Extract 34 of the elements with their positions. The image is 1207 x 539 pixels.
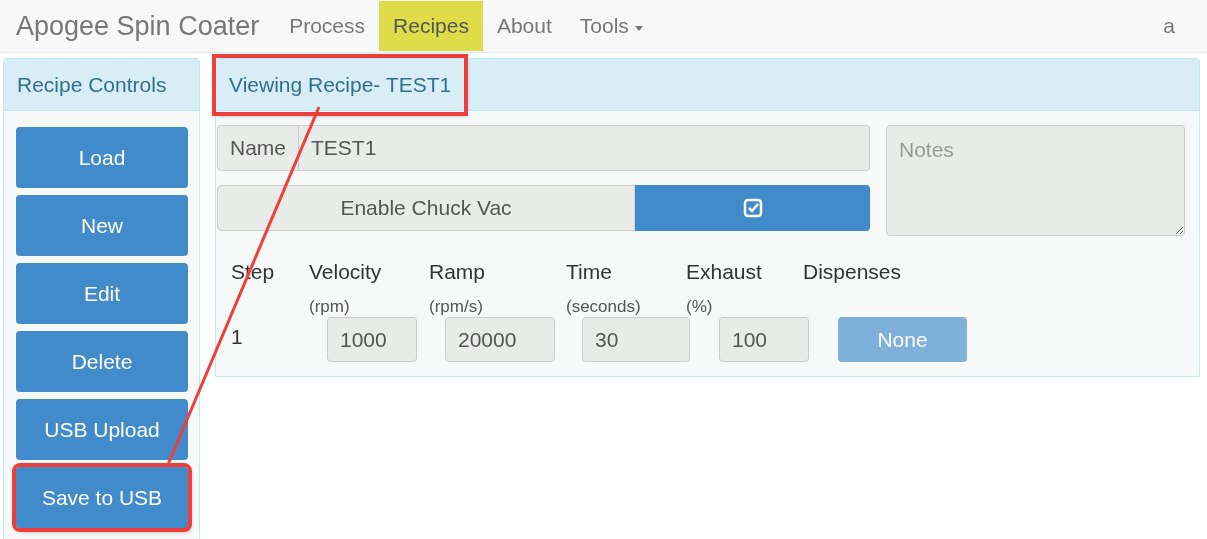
control-button[interactable]: USB Upload <box>16 399 188 460</box>
column-unit: (%) <box>686 295 714 318</box>
column-header: Time <box>566 259 613 285</box>
nav-link[interactable]: Process <box>275 1 380 51</box>
nav-link[interactable]: About <box>482 1 566 51</box>
step-field[interactable]: 30 <box>582 317 690 362</box>
name-field[interactable]: TEST1 <box>299 125 870 171</box>
step-field[interactable]: 20000 <box>445 317 555 362</box>
app-title: Apogee Spin Coater <box>16 9 260 43</box>
control-button[interactable]: Delete <box>16 331 188 392</box>
column-unit: (rpm/s) <box>429 295 484 318</box>
user-menu[interactable]: a <box>1163 10 1175 42</box>
nav-link[interactable]: Tools <box>565 1 657 51</box>
dispenses-button[interactable]: None <box>838 317 967 362</box>
field-label: Name <box>217 125 300 171</box>
step-field[interactable]: 100 <box>719 317 809 362</box>
checkbox-checked-icon <box>742 198 763 218</box>
column-unit: (seconds) <box>566 295 642 318</box>
panel-title: Recipe Controls <box>17 71 167 98</box>
column-header: Dispenses <box>803 259 903 285</box>
chuck-vac-label: Enable Chuck Vac <box>217 185 635 231</box>
step-field[interactable]: 1000 <box>327 317 417 362</box>
column-header: Velocity <box>309 259 383 285</box>
column-unit: (rpm) <box>309 295 351 318</box>
column-header: Ramp <box>429 259 487 285</box>
control-button[interactable]: Load <box>16 127 188 188</box>
step-number: 1 <box>231 324 244 350</box>
control-button[interactable]: New <box>16 195 188 256</box>
nav-link[interactable]: Recipes <box>379 1 483 51</box>
notes-field[interactable]: Notes <box>886 125 1185 236</box>
control-button[interactable]: Edit <box>16 263 188 324</box>
caret-icon <box>634 25 643 31</box>
column-header: Exhaust <box>686 259 763 285</box>
chuck-vac-toggle[interactable] <box>635 185 870 231</box>
